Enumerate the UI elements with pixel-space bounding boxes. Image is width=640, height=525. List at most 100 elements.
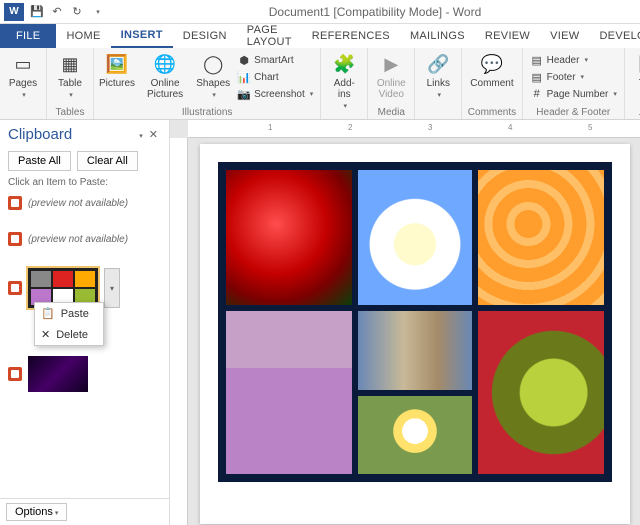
qat-customize-icon[interactable] [88, 3, 106, 21]
redo-icon[interactable]: ↻ [68, 3, 86, 21]
tab-home[interactable]: HOME [56, 24, 110, 48]
comment-label: Comment [470, 78, 513, 89]
header-label: Header [547, 55, 580, 66]
page[interactable] [200, 144, 630, 524]
online-video-label: Online Video [376, 78, 406, 100]
collage-image-shell [358, 311, 472, 389]
ribbon: ▭ Pages ▦ Table Tables 🖼️ Pictures 🌐 Onl… [0, 48, 640, 120]
addins-icon: 🧩 [332, 52, 356, 76]
clipboard-options-button[interactable]: Options [6, 503, 67, 521]
links-button[interactable]: 🔗 Links [419, 50, 457, 101]
pictures-button[interactable]: 🖼️ Pictures [98, 50, 136, 91]
tab-page-layout[interactable]: PAGE LAYOUT [237, 24, 302, 48]
shapes-icon: ◯ [201, 52, 225, 76]
pictures-icon: 🖼️ [105, 52, 129, 76]
undo-icon[interactable]: ↶ [48, 3, 66, 21]
title-bar: W 💾 ↶ ↻ Document1 [Compatibility Mode] -… [0, 0, 640, 24]
collage-image-berries [478, 311, 604, 474]
ruler-horizontal[interactable]: 1 2 3 4 5 [188, 120, 640, 138]
powerpoint-icon [8, 281, 22, 295]
page-number-icon: # [530, 87, 544, 101]
ruler-tick: 1 [268, 123, 272, 132]
addins-button[interactable]: 🧩 Add-ins [325, 50, 363, 112]
header-button[interactable]: ▤Header [527, 52, 620, 68]
tab-review[interactable]: REVIEW [475, 24, 540, 48]
clipboard-item[interactable] [4, 352, 165, 396]
clipboard-pane: Clipboard ✕ Paste All Clear All Click an… [0, 120, 170, 525]
online-pictures-button[interactable]: 🌐 Online Pictures [138, 50, 192, 102]
page-number-button[interactable]: #Page Number [527, 86, 620, 102]
clipboard-item[interactable]: (preview not available) [4, 228, 165, 250]
ribbon-tabs: FILE HOME INSERT DESIGN PAGE LAYOUT REFE… [0, 24, 640, 48]
group-comments: 💬 Comment Comments [462, 48, 522, 119]
clipboard-close-icon[interactable]: ✕ [146, 128, 161, 141]
page-number-label: Page Number [547, 89, 609, 100]
tab-insert[interactable]: INSERT [111, 24, 173, 48]
clipboard-item-label: (preview not available) [28, 198, 128, 209]
delete-icon: ✕ [41, 328, 50, 341]
clipboard-pane-menu[interactable] [134, 129, 146, 141]
clear-all-button[interactable]: Clear All [77, 151, 138, 171]
tab-references[interactable]: REFERENCES [302, 24, 400, 48]
footer-label: Footer [547, 72, 576, 83]
links-label: Links [427, 78, 450, 89]
table-button[interactable]: ▦ Table [51, 50, 89, 101]
tab-developer[interactable]: DEVELOPER [589, 24, 640, 48]
powerpoint-icon [8, 367, 22, 381]
smartart-label: SmartArt [254, 55, 293, 66]
group-label-pages [4, 106, 42, 119]
word-app-icon[interactable]: W [4, 3, 24, 21]
pictures-label: Pictures [99, 78, 135, 89]
document-area: 1 2 3 4 5 [170, 120, 640, 525]
tab-file[interactable]: FILE [0, 24, 56, 48]
screenshot-label: Screenshot [254, 89, 305, 100]
footer-icon: ▤ [530, 70, 544, 84]
ruler-vertical[interactable] [170, 138, 188, 525]
quick-access-toolbar: W 💾 ↶ ↻ [0, 3, 110, 21]
group-headerfooter: ▤Header ▤Footer #Page Number Header & Fo… [523, 48, 625, 119]
textbox-icon: 🄰 [636, 52, 640, 76]
clipboard-item-label: (preview not available) [28, 234, 128, 245]
online-pictures-icon: 🌐 [153, 52, 177, 76]
online-video-icon: ▶ [379, 52, 403, 76]
ruler-tick: 2 [348, 123, 352, 132]
clipboard-item-dropdown[interactable]: ▾ [104, 268, 120, 308]
tab-design[interactable]: DESIGN [173, 24, 237, 48]
image-collage[interactable] [218, 162, 612, 482]
online-pictures-label: Online Pictures [142, 78, 188, 100]
context-paste[interactable]: 📋Paste [35, 303, 103, 324]
save-icon[interactable]: 💾 [28, 3, 46, 21]
online-video-button[interactable]: ▶ Online Video [372, 50, 410, 102]
pages-label: Pages [9, 78, 37, 89]
shapes-button[interactable]: ◯ Shapes [194, 50, 232, 101]
paste-all-button[interactable]: Paste All [8, 151, 71, 171]
group-tables: ▦ Table Tables [47, 48, 94, 119]
group-label-headerfooter: Header & Footer [527, 106, 620, 119]
group-pages: ▭ Pages [0, 48, 47, 119]
smartart-button[interactable]: ⬢SmartArt [234, 52, 316, 68]
textbox-button[interactable]: 🄰 Text Box [629, 50, 640, 112]
comment-button[interactable]: 💬 Comment [466, 50, 517, 91]
clipboard-item[interactable]: (preview not available) [4, 192, 165, 214]
group-links: 🔗 Links [415, 48, 462, 119]
footer-button[interactable]: ▤Footer [527, 69, 620, 85]
powerpoint-icon [8, 232, 22, 246]
tab-view[interactable]: VIEW [540, 24, 589, 48]
addins-label: Add-ins [329, 78, 359, 100]
context-delete[interactable]: ✕Delete [35, 324, 103, 345]
pages-icon: ▭ [11, 52, 35, 76]
group-text: 🄰 Text Box Text [625, 48, 640, 119]
group-media: ▶ Online Video Media [368, 48, 415, 119]
screenshot-button[interactable]: 📷Screenshot [234, 86, 316, 102]
ruler-tick: 5 [588, 123, 592, 132]
page-scroll[interactable] [188, 138, 640, 525]
clipboard-item-selected[interactable]: ▾ 📋Paste ✕Delete [4, 264, 165, 312]
smartart-icon: ⬢ [237, 53, 251, 67]
tab-mailings[interactable]: MAILINGS [400, 24, 475, 48]
group-label-comments: Comments [466, 106, 517, 119]
chart-button[interactable]: 📊Chart [234, 69, 316, 85]
powerpoint-icon [8, 196, 22, 210]
pages-button[interactable]: ▭ Pages [4, 50, 42, 101]
chart-label: Chart [254, 72, 278, 83]
group-label-illustrations: Illustrations [98, 106, 316, 119]
